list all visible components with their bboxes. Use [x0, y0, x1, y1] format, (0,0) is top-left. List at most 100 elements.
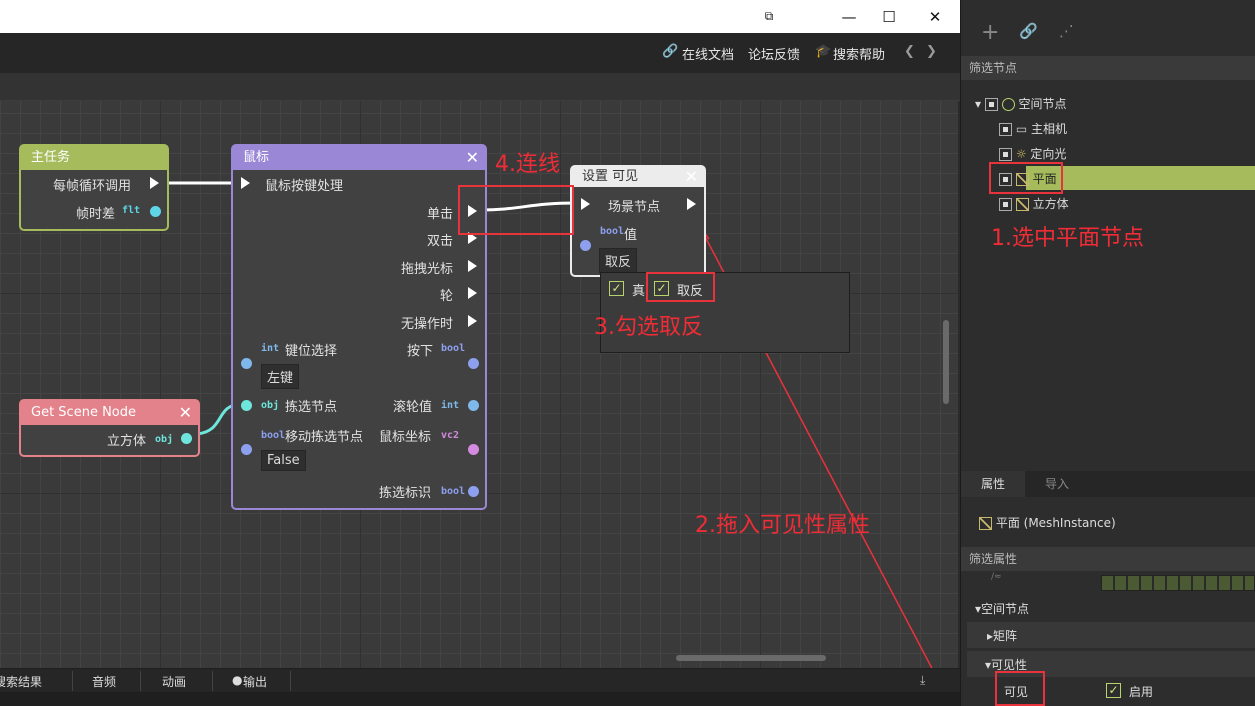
enabled-checkbox[interactable]: ✓ [1106, 683, 1121, 698]
pick-id-pin[interactable] [468, 486, 479, 497]
bottom-panel-tabs: 搜索结果 音频 动画 ● 输出 ⤓ [0, 668, 960, 692]
section-matrix[interactable]: ▸矩阵 [987, 627, 1017, 644]
every-frame-label: 每帧循环调用 [53, 179, 132, 194]
tree-label-light: 定向光 [1030, 147, 1067, 161]
node-set-visible-title-text: 设置 可见 [582, 169, 639, 184]
close-button[interactable]: ✕ [912, 0, 958, 33]
link-icon: 🔗 [662, 44, 679, 59]
key-select-field[interactable]: 左键 [261, 364, 300, 389]
delta-time-pin[interactable] [150, 206, 161, 217]
layer-label-icon: /≈ [991, 572, 1002, 582]
invert-field[interactable]: 取反 [599, 248, 638, 273]
wheel-value-pin[interactable] [468, 400, 479, 411]
tab-separator [212, 671, 213, 691]
tree-item-cube[interactable]: 立方体 [999, 195, 1069, 212]
tab-properties[interactable]: 属性 [961, 471, 1025, 497]
section-spatial[interactable]: ▾空间节点 [975, 600, 1029, 617]
node-main-task[interactable]: 主任务 每帧循环调用 帧时差 flt [19, 144, 169, 231]
output-double-click: 双击 [426, 234, 453, 249]
mouse-coord-label: 鼠标坐标 [379, 430, 432, 445]
tab-output[interactable]: 输出 [243, 673, 267, 690]
tab-import[interactable]: 导入 [1025, 471, 1089, 497]
tab-search-results[interactable]: 搜索结果 [0, 673, 42, 690]
section-visibility-label: 可见性 [991, 658, 1028, 672]
selected-node-info: 平面 (MeshInstance) [979, 514, 1116, 531]
node-get-scene-title: Get Scene Node ✕ [21, 401, 198, 425]
pressed-pin[interactable] [468, 358, 479, 369]
click-output-highlight [458, 185, 574, 235]
exec-out-idle-pin[interactable] [468, 315, 477, 327]
tree-item-spatial[interactable]: ▾ 空间节点 [975, 95, 1067, 112]
move-pick-label: 移动拣选节点 [285, 430, 364, 445]
forum-feedback-link[interactable]: 论坛反馈 [748, 44, 800, 63]
link-icon[interactable]: 🔗 [1019, 22, 1038, 40]
window-titlebar: ⧉ — ☐ ✕ [0, 0, 960, 33]
download-icon[interactable]: ⤓ [920, 673, 925, 688]
close-icon[interactable]: ✕ [179, 401, 192, 425]
visibility-icon[interactable] [999, 198, 1012, 211]
exec-out-wheel-pin[interactable] [468, 287, 477, 299]
layer-bitmask[interactable] [1101, 575, 1255, 591]
add-icon[interactable]: + [981, 20, 999, 45]
online-docs-link[interactable]: 在线文档 [682, 44, 734, 63]
node-set-visible[interactable]: 设置 可见 ✕ 场景节点 bool 值 取反 [570, 165, 706, 277]
exec-out-drag-pin[interactable] [468, 260, 477, 272]
plane-highlight [989, 162, 1063, 194]
value-pin[interactable] [580, 240, 591, 251]
filter-nodes-header[interactable]: 筛选节点 [961, 56, 1255, 80]
key-select-pin[interactable] [241, 358, 252, 369]
selected-node-label: 平面 (MeshInstance) [995, 516, 1116, 530]
tree-label-cube: 立方体 [1032, 197, 1069, 211]
visible-highlight [995, 671, 1045, 706]
move-pick-field[interactable]: False [261, 450, 306, 471]
vertical-scrollbar[interactable] [943, 320, 949, 404]
exec-in-pin[interactable] [581, 198, 590, 210]
output-dot-icon: ● [232, 673, 243, 687]
pick-id-label: 拣选标识 [379, 486, 432, 501]
exec-out-pin[interactable] [150, 177, 159, 189]
tree-label-camera: 主相机 [1031, 122, 1068, 136]
tab-separator [290, 671, 291, 691]
node-graph-canvas[interactable]: 主任务 每帧循环调用 帧时差 flt 鼠标 ✕ 鼠标按键处理 单击 双击 拖拽光… [0, 101, 958, 668]
tab-audio[interactable]: 音频 [92, 673, 116, 690]
mouse-coord-pin[interactable] [468, 444, 479, 455]
node-mouse-title-text: 鼠标 [243, 150, 270, 165]
true-checkbox[interactable]: ✓ [609, 281, 624, 296]
node-mouse[interactable]: 鼠标 ✕ 鼠标按键处理 单击 双击 拖拽光标 轮 无操作时 int 键位选择 左… [231, 144, 487, 510]
tab-separator [72, 671, 73, 691]
cube-label: 立方体 [107, 434, 147, 449]
cube-out-pin[interactable] [181, 433, 192, 444]
bool-type-tag: bool [441, 486, 466, 497]
search-help-link[interactable]: 搜索帮助 [833, 44, 885, 63]
pick-node-pin[interactable] [241, 400, 252, 411]
visibility-icon[interactable] [999, 148, 1012, 161]
maximize-button[interactable]: ☐ [866, 0, 912, 33]
prev-arrow-button[interactable]: ❮ [904, 44, 915, 59]
step4-annotation: 4.连线 [495, 152, 560, 177]
tree-item-directional-light[interactable]: ☼ 定向光 [999, 145, 1066, 162]
filter-props-header[interactable]: 筛选属性 [961, 547, 1255, 571]
scene-node-label: 场景节点 [608, 200, 661, 215]
close-icon[interactable]: ✕ [685, 167, 698, 187]
restore-icon[interactable]: ⧉ [746, 0, 792, 33]
circle-node-icon [1001, 98, 1015, 111]
pick-node-label: 拣选节点 [285, 400, 338, 415]
tab-animation[interactable]: 动画 [162, 673, 186, 690]
visibility-icon[interactable] [984, 98, 998, 111]
expand-arrow-icon[interactable]: ▾ [975, 97, 981, 111]
vc2-type-tag: vc2 [441, 430, 460, 441]
exec-out-pin[interactable] [687, 198, 696, 210]
visibility-icon[interactable] [999, 123, 1012, 136]
tree-item-main-camera[interactable]: ▭ 主相机 [999, 120, 1067, 137]
move-pick-pin[interactable] [241, 444, 252, 455]
graph-icon[interactable]: ⋰ [1059, 22, 1074, 40]
obj-type-tag: obj [261, 400, 280, 411]
close-icon[interactable]: ✕ [466, 146, 479, 170]
exec-in-pin[interactable] [241, 177, 250, 189]
invert-highlight [646, 272, 715, 302]
bottom-input-strip[interactable] [0, 692, 960, 706]
horizontal-scrollbar[interactable] [676, 655, 826, 661]
next-arrow-button[interactable]: ❯ [926, 44, 937, 59]
int-type-tag: int [441, 400, 460, 411]
node-get-scene-node[interactable]: Get Scene Node ✕ 立方体 obj [19, 399, 200, 457]
